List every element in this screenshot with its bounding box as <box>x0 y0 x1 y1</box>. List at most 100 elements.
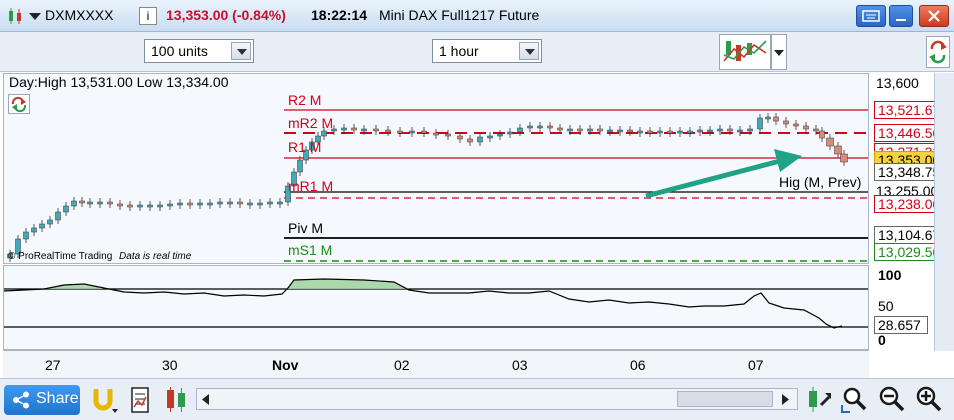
candle-body <box>607 129 613 133</box>
candle-body <box>497 133 503 137</box>
x-label-07: 07 <box>748 357 764 373</box>
price-chart[interactable] <box>4 74 868 263</box>
chevron-down-icon[interactable] <box>231 42 251 60</box>
candle-body <box>617 129 623 133</box>
x-label-nov: Nov <box>272 357 299 373</box>
candle-body <box>207 202 213 206</box>
candle-body <box>757 117 763 130</box>
scroll-right-icon[interactable] <box>781 394 791 406</box>
zoom-in-icon <box>916 386 942 412</box>
candle-body <box>727 128 733 132</box>
minimize-button[interactable] <box>889 5 913 27</box>
chart-style-button[interactable] <box>163 385 193 415</box>
candle-body <box>677 130 683 134</box>
candle-body <box>107 201 113 205</box>
candle-body <box>567 128 573 132</box>
candle-body <box>587 128 593 132</box>
zoom-out-button[interactable] <box>877 385 907 415</box>
timeframe-select[interactable]: 1 hour <box>432 39 542 63</box>
zoom-fit-button[interactable] <box>840 385 870 415</box>
candle-body <box>834 145 842 155</box>
candle-body <box>507 131 513 135</box>
scroll-left-icon[interactable] <box>201 394 211 406</box>
candle-body <box>351 127 357 131</box>
keyboard-icon <box>862 10 880 22</box>
indicator-axis[interactable]: 100 50 0 <box>870 265 932 350</box>
candle-body <box>517 127 523 133</box>
candle-body <box>257 202 263 206</box>
candle-body <box>697 129 703 133</box>
candle-body <box>321 130 327 137</box>
candle-body <box>819 130 825 139</box>
timeframe-value: 1 hour <box>439 43 479 59</box>
price-chart-panel[interactable]: Day:High 13,531.00 Low 13,334.00 R2 M mR… <box>3 73 869 264</box>
candle-body <box>79 200 85 204</box>
symbol-label[interactable]: DXMXXXX <box>45 7 113 23</box>
drawing-tools-button[interactable] <box>90 385 120 415</box>
close-icon <box>928 10 940 22</box>
indicator-panel[interactable] <box>3 265 869 350</box>
candle-body <box>237 201 243 205</box>
candle-body <box>487 135 493 139</box>
candle-body <box>147 204 153 208</box>
candle-body <box>55 211 61 221</box>
level-label-mr2: mR2 M <box>288 115 334 131</box>
info-icon[interactable]: i <box>139 7 157 25</box>
price-change: 13,353.00 (-0.84%) <box>166 7 286 23</box>
candle-body <box>467 138 473 143</box>
zoom-in-button[interactable] <box>914 385 944 415</box>
horizontal-scrollbar[interactable] <box>196 388 798 410</box>
refresh-button[interactable] <box>8 94 30 114</box>
indicator-tick-0: 0 <box>878 332 886 348</box>
candle-body <box>826 137 834 147</box>
candle-body <box>39 223 45 229</box>
candle-body <box>707 129 713 133</box>
candle-body <box>445 133 451 137</box>
share-button[interactable]: Share <box>4 385 80 415</box>
trend-arrow-head <box>774 149 802 172</box>
chevron-down-icon[interactable] <box>29 13 41 21</box>
chevron-down-icon[interactable] <box>519 42 539 60</box>
title-bar: DXMXXXX i 13,353.00 (-0.84%) 18:22:14 Mi… <box>0 0 954 32</box>
magnet-icon <box>93 389 118 413</box>
arrow-label: Hig (M, Prev) <box>779 174 862 190</box>
keyboard-button[interactable] <box>856 5 886 27</box>
candle-body <box>577 128 583 132</box>
candle-body <box>177 202 183 206</box>
indicators-menu-button[interactable] <box>771 34 787 70</box>
candle-body <box>361 128 367 132</box>
level-label-r1: R1 M <box>288 139 322 155</box>
candle-body <box>667 130 673 134</box>
candle-body <box>409 130 415 134</box>
candle-body <box>737 129 743 133</box>
candle-body <box>547 125 553 129</box>
indicators-button[interactable] <box>719 34 771 70</box>
side-scrollbar[interactable] <box>934 73 954 351</box>
candle-body <box>373 128 379 132</box>
objects-list-button[interactable] <box>128 385 158 415</box>
sync-button[interactable] <box>926 36 950 68</box>
candle-body <box>63 205 69 213</box>
candle-body <box>397 130 403 134</box>
watermark: © ProRealTime Trading Data is real time <box>8 251 191 262</box>
candle-body <box>127 204 133 208</box>
candle-style-icon <box>167 387 185 412</box>
scroll-thumb[interactable] <box>677 391 773 407</box>
indicator-chart[interactable] <box>4 266 868 349</box>
close-button[interactable] <box>919 5 949 27</box>
units-select[interactable]: 100 units <box>144 39 254 63</box>
bottom-toolbar: Share <box>0 378 954 420</box>
candle-body <box>385 129 391 133</box>
candle-body <box>23 231 29 240</box>
candle-body <box>31 227 37 233</box>
x-label-30: 30 <box>162 357 178 373</box>
candle-body <box>87 201 93 205</box>
candle-body <box>247 202 253 206</box>
auto-scale-button[interactable] <box>803 385 833 415</box>
minimize-icon <box>896 19 906 21</box>
instrument-name: Mini DAX Full1217 Future <box>379 7 540 23</box>
price-tick-top: 13,600 <box>876 75 919 91</box>
candle-body <box>297 159 303 173</box>
candlestick-icon[interactable] <box>6 7 24 25</box>
time-axis[interactable]: 27 30 Nov 02 03 06 07 <box>3 350 869 378</box>
